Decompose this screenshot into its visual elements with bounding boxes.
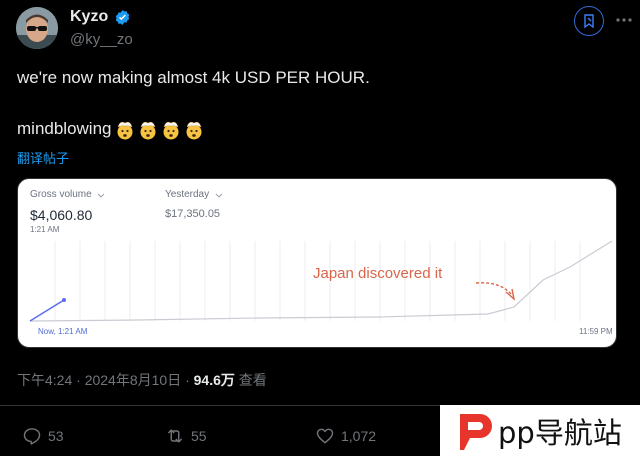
views-label: 查看 — [234, 372, 267, 388]
retweet-button[interactable]: 55 — [165, 426, 207, 446]
tweet-text: mindblowing — [17, 119, 112, 139]
translate-post-link[interactable]: 翻译帖子 — [17, 148, 69, 167]
watermark-text: pp导航站 — [498, 415, 622, 450]
grok-button[interactable] — [574, 6, 604, 36]
watermark: pp导航站 — [440, 405, 640, 456]
retweet-icon — [168, 429, 182, 443]
watermark-logo-icon — [460, 413, 492, 450]
x-axis-end-label: 11:59 PM — [579, 327, 613, 336]
verified-badge-icon — [116, 9, 130, 25]
like-button[interactable]: 1,072 — [315, 426, 376, 446]
author-name-row: Kyzo — [70, 8, 131, 26]
reply-count: 53 — [48, 428, 64, 444]
exploding-head-emoji — [140, 121, 155, 140]
exploding-head-emoji — [117, 121, 132, 140]
exploding-head-emoji — [163, 121, 178, 140]
heart-icon — [316, 428, 334, 444]
exploding-head-emoji — [186, 121, 201, 140]
today-line — [29, 299, 65, 322]
gross-volume-label: Gross volume — [30, 189, 92, 200]
yesterday-label: Yesterday — [165, 189, 210, 200]
grok-icon — [584, 14, 594, 29]
author-name[interactable]: Kyzo — [70, 8, 108, 26]
more-options-button[interactable] — [612, 10, 636, 30]
tweet-text-line: we're now making almost 4k USD PER HOUR. — [17, 68, 370, 87]
chart-annotation: Japan discovered it — [313, 265, 443, 282]
timestamp[interactable]: 下午4:24 · 2024年8月10日 · — [17, 372, 194, 388]
today-point — [62, 298, 66, 302]
x-axis-start-label: Now, 1:21 AM — [38, 327, 88, 336]
gross-volume-value: $4,060.80 — [30, 207, 93, 223]
more-icon — [616, 18, 632, 22]
author-handle[interactable]: @ky__zo — [70, 31, 133, 48]
yesterday-value: $17,350.05 — [165, 208, 221, 220]
avatar[interactable] — [16, 7, 58, 49]
reply-icon — [23, 428, 41, 445]
view-count: 94.6万 — [193, 372, 235, 388]
exploding-head-emoji-group — [112, 119, 204, 140]
retweet-count: 55 — [191, 428, 207, 444]
like-count: 1,072 — [341, 428, 377, 444]
attached-image[interactable]: Gross volume $4,060.80 1:21 AM Yesterday… — [17, 178, 617, 348]
chevron-down-icon — [215, 193, 223, 198]
tweet-meta: 下午4:24 · 2024年8月10日 · 94.6万 查看 — [17, 370, 267, 390]
gross-volume-time: 1:21 AM — [30, 225, 60, 234]
avatar-image — [16, 7, 58, 49]
tweet-text-line-2: mindblowing — [17, 119, 204, 140]
chevron-down-icon — [97, 193, 105, 198]
gross-volume-chart — [29, 193, 613, 322]
reply-button[interactable]: 53 — [22, 426, 64, 446]
